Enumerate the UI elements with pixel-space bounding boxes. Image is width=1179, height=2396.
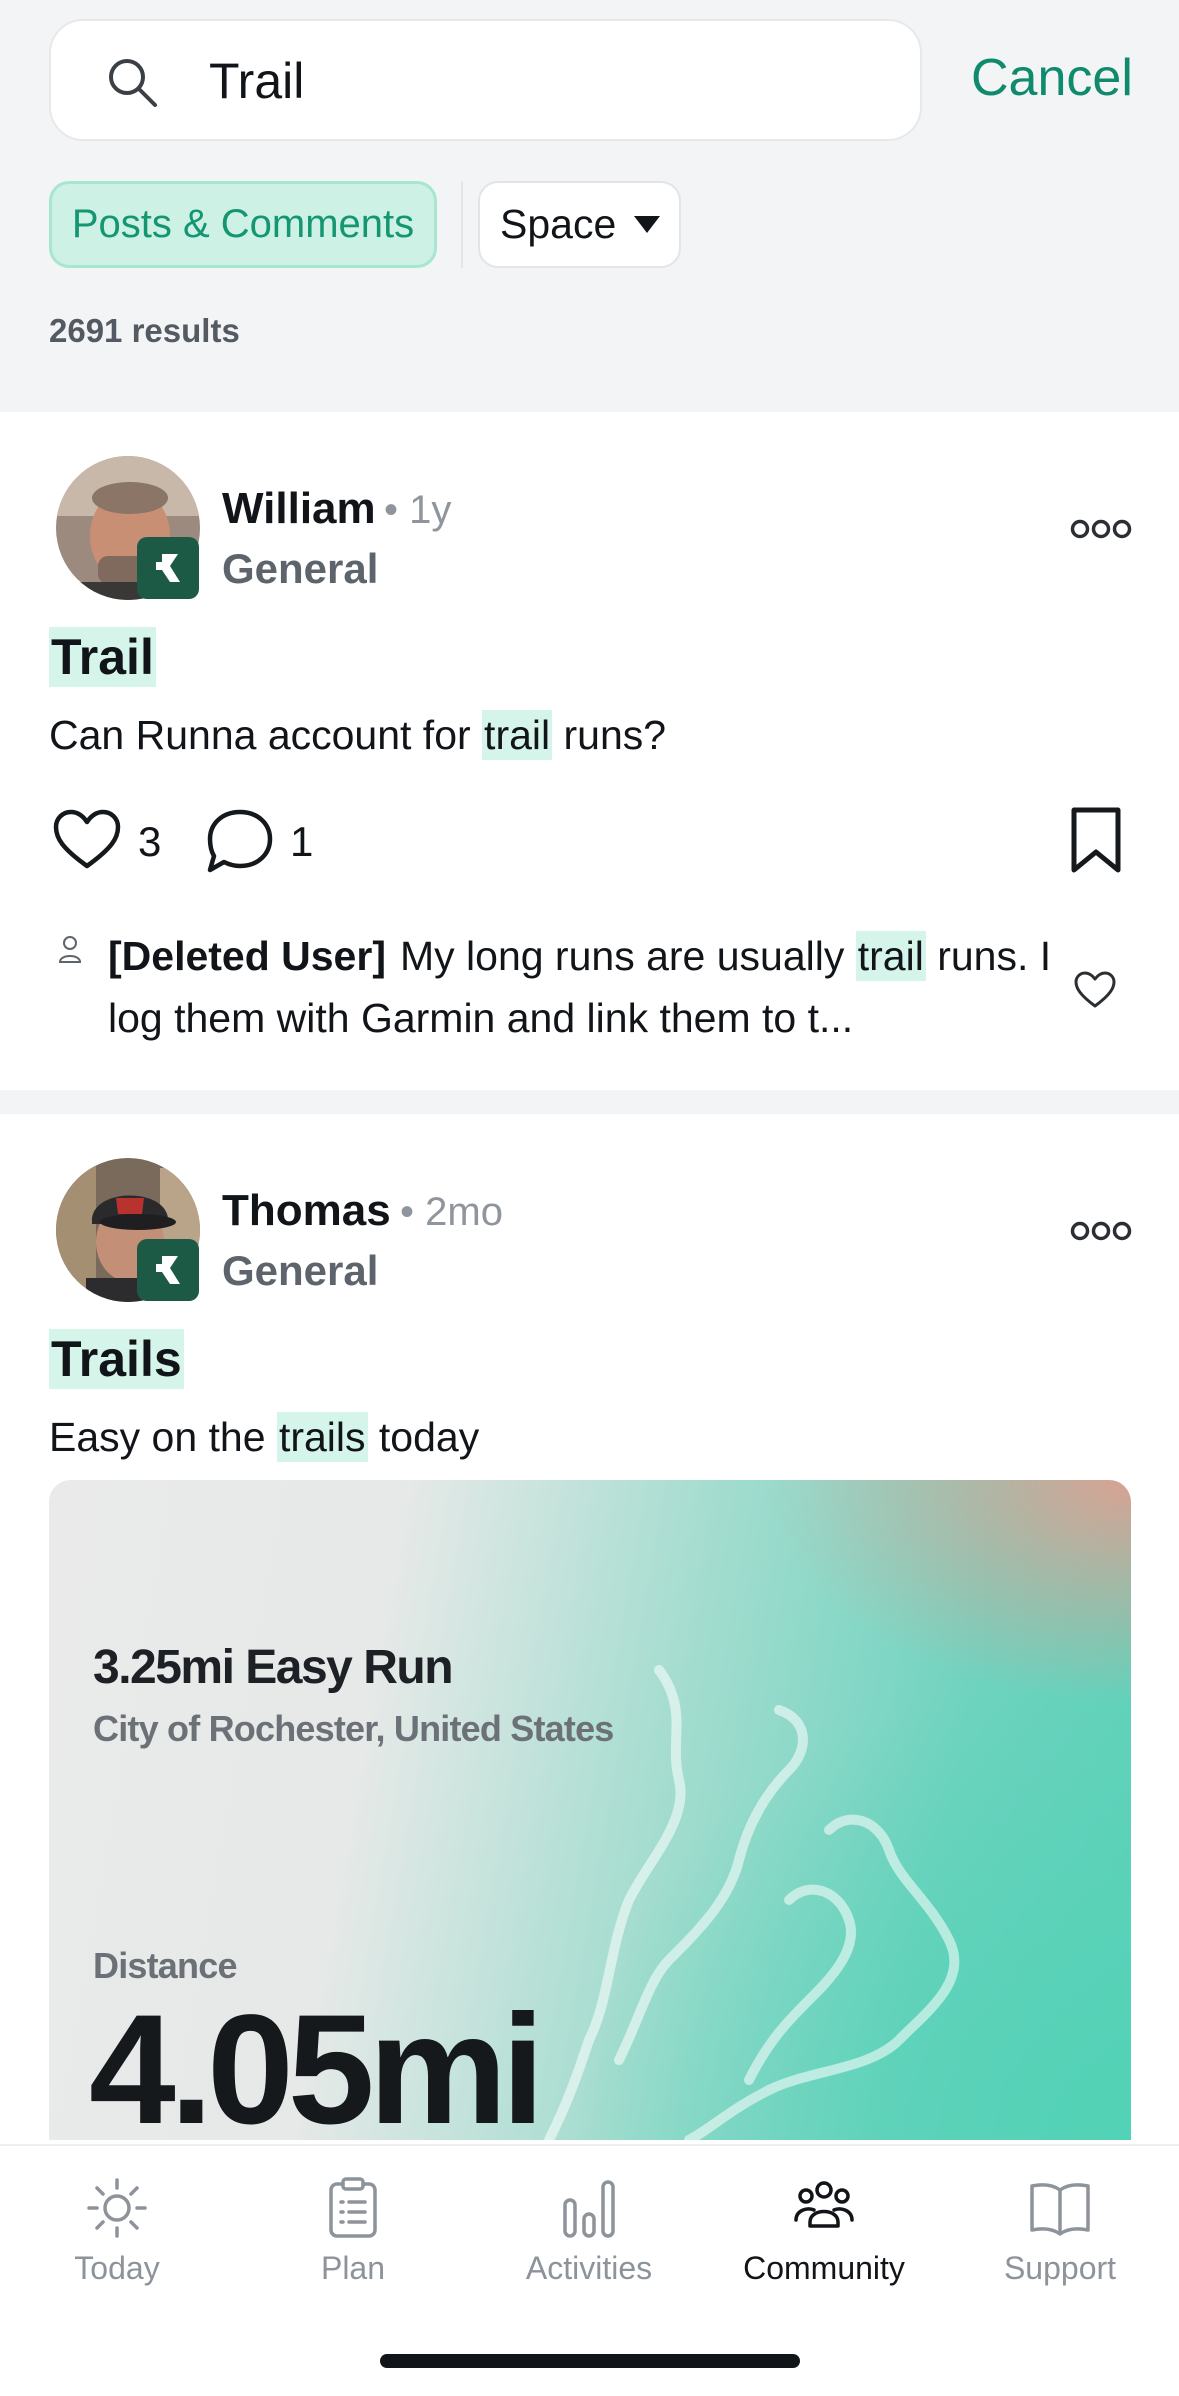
filter-posts-comments[interactable]: Posts & Comments: [49, 181, 437, 268]
more-options-icon[interactable]: [1070, 1220, 1132, 1242]
tab-label: Support: [1003, 2250, 1117, 2286]
post-separator: [0, 1090, 1179, 1114]
tab-today[interactable]: Today: [22, 2176, 212, 2287]
comment-text-start: My long runs are usually: [399, 933, 856, 979]
home-indicator[interactable]: [380, 2354, 800, 2368]
post-time-value: 1y: [409, 488, 452, 532]
post-space[interactable]: General: [222, 545, 378, 593]
post-time: • 1y: [384, 488, 452, 532]
post-time-value: 2mo: [425, 1190, 503, 1234]
tab-activities[interactable]: Activities: [494, 2176, 684, 2287]
cancel-button[interactable]: Cancel: [971, 48, 1133, 108]
post-title-text: Trails: [49, 1329, 184, 1389]
activity-location: City of Rochester, United States: [93, 1708, 614, 1749]
activity-distance-value: 4.05mi: [89, 1983, 545, 2140]
filter-space-dropdown[interactable]: Space: [478, 181, 681, 268]
post-body-highlight: trail: [482, 710, 553, 760]
post-body[interactable]: Can Runna account for trail runs?: [49, 710, 667, 760]
bar-chart-icon: [563, 2180, 615, 2238]
comment-bubble-icon[interactable]: [204, 806, 276, 876]
filter-space-label: Space: [500, 201, 617, 247]
tab-label: Community: [743, 2250, 905, 2286]
clipboard-icon: [329, 2177, 377, 2238]
more-options-icon[interactable]: [1070, 518, 1132, 540]
post-title[interactable]: Trails: [49, 1329, 184, 1389]
runna-badge-icon: [137, 1239, 199, 1301]
results-count: 2691 results: [49, 312, 240, 349]
search-input[interactable]: [209, 43, 889, 119]
activity-share-image[interactable]: 3.25mi Easy Run City of Rochester, Unite…: [49, 1480, 1131, 2140]
runna-badge-icon: [137, 537, 199, 599]
filter-divider: [461, 181, 463, 268]
search-header: Cancel Posts & Comments Space 2691 resul…: [0, 0, 1179, 412]
post-body-text-end: runs?: [552, 712, 667, 758]
post-body-text: Can Runna account for: [49, 712, 483, 758]
like-heart-icon[interactable]: [52, 808, 122, 872]
post-title-text: Trail: [49, 627, 156, 687]
caret-down-icon: [634, 216, 661, 233]
sun-icon: [87, 2178, 147, 2238]
tab-plan[interactable]: Plan: [258, 2176, 448, 2287]
tab-community[interactable]: Community: [729, 2176, 919, 2287]
people-icon: [794, 2181, 854, 2228]
comment-like-heart-icon[interactable]: [1073, 970, 1117, 1010]
bookmark-icon[interactable]: [1068, 806, 1124, 876]
top-comment[interactable]: [Deleted User] My long runs are usually t…: [108, 925, 1068, 1049]
search-icon: [109, 59, 157, 107]
post-body-text: Easy on the: [49, 1414, 277, 1460]
post-author[interactable]: Thomas: [222, 1186, 391, 1236]
post-body-text-end: today: [367, 1414, 480, 1460]
activity-distance-label: Distance: [93, 1945, 237, 1986]
tab-support[interactable]: Support: [965, 2176, 1155, 2287]
tab-label: Plan: [320, 2250, 386, 2286]
tab-label: Today: [74, 2250, 160, 2286]
activity-title: 3.25mi Easy Run: [93, 1641, 454, 1694]
comment-author[interactable]: [Deleted User]: [108, 933, 386, 979]
like-count: 3: [138, 818, 162, 865]
tab-label: Activities: [525, 2250, 653, 2286]
user-icon: [58, 936, 82, 963]
post-body-highlight: trails: [276, 1412, 368, 1462]
post-author[interactable]: William: [222, 484, 376, 534]
filter-posts-label: Posts & Comments: [71, 202, 415, 246]
post-space[interactable]: General: [222, 1247, 378, 1295]
book-icon: [1030, 2183, 1090, 2236]
comment-highlight: trail: [855, 931, 926, 981]
comment-count: 1: [290, 818, 314, 865]
post-body[interactable]: Easy on the trails today: [49, 1412, 480, 1462]
search-bar[interactable]: [49, 19, 922, 141]
post-title[interactable]: Trail: [49, 627, 156, 687]
post-time: • 2mo: [400, 1190, 503, 1234]
